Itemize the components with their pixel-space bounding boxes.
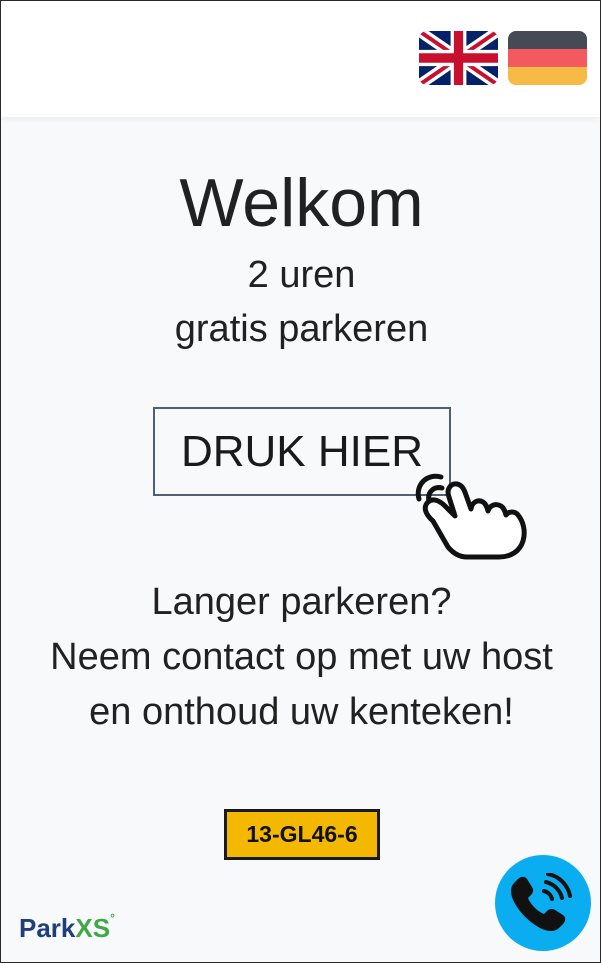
- logo-mark: °: [110, 911, 115, 925]
- press-here-button[interactable]: DRUK HIER: [153, 407, 451, 496]
- call-button[interactable]: [495, 855, 591, 951]
- logo-park-text: Park: [19, 913, 76, 943]
- free-parking-text: gratis parkeren: [174, 308, 429, 350]
- welcome-title: Welkom: [179, 165, 424, 241]
- phone-call-icon: [511, 873, 572, 931]
- contact-host-text: Neem contact op met uw host: [50, 636, 553, 678]
- pointing-hand-icon: [415, 473, 527, 560]
- app-frame: Welkom 2 uren gratis parkeren DRUK HIER …: [0, 0, 601, 963]
- free-hours-text: 2 uren: [247, 254, 356, 296]
- license-plate: 13-GL46-6: [224, 809, 380, 860]
- parkxs-logo: ParkXS°: [19, 911, 115, 947]
- top-bar: [1, 1, 600, 117]
- germany-flag-icon[interactable]: [508, 31, 587, 85]
- uk-flag-icon[interactable]: [419, 31, 498, 85]
- logo-xs-text: XS: [75, 913, 111, 943]
- remember-plate-text: en onthoud uw kenteken!: [89, 691, 514, 733]
- longer-parking-text: Langer parkeren?: [151, 581, 452, 623]
